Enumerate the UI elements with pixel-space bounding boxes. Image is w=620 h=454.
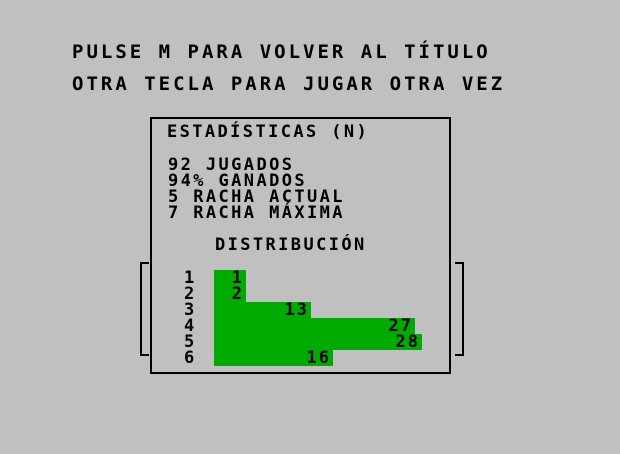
distribution-value-6: 16	[306, 348, 331, 368]
return-to-title-prompt: PULSE M PARA VOLVER AL TÍTULO	[72, 41, 491, 63]
panel-right-bracket	[455, 262, 464, 356]
max-streak: 7 RACHA MÁXIMA	[168, 203, 345, 223]
panel-left-bracket	[140, 262, 149, 356]
statistics-title: ESTADÍSTICAS (N)	[167, 122, 370, 142]
guess-label-6: 6	[184, 348, 195, 368]
distribution-title: DISTRIBUCIÓN	[215, 235, 367, 255]
distribution-value-2: 2	[231, 284, 244, 304]
distribution-value-3: 13	[284, 300, 309, 320]
play-again-prompt: OTRA TECLA PARA JUGAR OTRA VEZ	[72, 73, 506, 95]
distribution-value-4: 27	[388, 316, 413, 336]
